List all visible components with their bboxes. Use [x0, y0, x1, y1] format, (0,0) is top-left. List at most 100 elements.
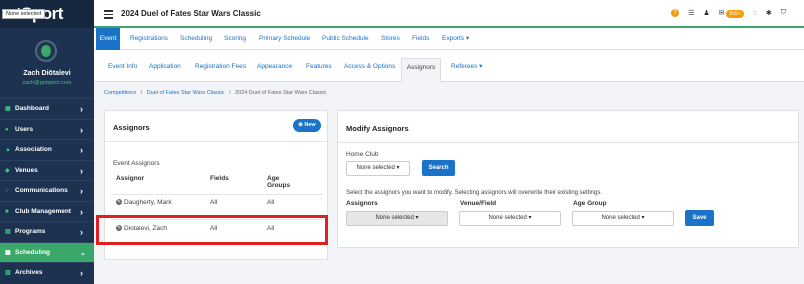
column-header-age-groups: Age Groups [267, 175, 291, 189]
topbar: 2024 Duel of Fates Star Wars Classic ? ☰… [94, 0, 804, 28]
hamburger-menu-icon[interactable] [104, 10, 113, 21]
tab-application[interactable]: Application [149, 58, 181, 82]
primary-tabs: Event Registrations Scheduling Scoring P… [94, 28, 804, 50]
table-row[interactable]: ✎ Daugherty, Mark [116, 199, 176, 206]
chevron-right-icon: › [80, 185, 83, 196]
tab-scheduling[interactable]: Scheduling [180, 28, 212, 50]
chevron-right-icon: › [80, 165, 83, 176]
tab-appearance[interactable]: Appearance [257, 58, 292, 82]
sidebar-item-label: Club Management [15, 208, 71, 215]
secondary-tabs: Event Info Application Registration Fees… [94, 50, 804, 82]
communications-icon: ○ [5, 187, 9, 194]
divider [111, 194, 323, 195]
sidebar-item-label: Users [15, 126, 34, 133]
user-name: Zach Diōtalevi [23, 70, 71, 77]
tab-exports[interactable]: Exports ▾ [442, 28, 469, 50]
home-club-select[interactable]: None selected ▾ [346, 161, 410, 176]
chevron-right-icon: › [80, 206, 83, 217]
tab-event-info[interactable]: Event Info [108, 58, 137, 82]
tab-access-options[interactable]: Access & Options [344, 58, 395, 82]
venue-field-select[interactable]: None selected ▾ [459, 211, 561, 226]
breadcrumb: Competitions / Duel of Fates Star Wars C… [104, 90, 327, 96]
list-icon[interactable]: ☰ [688, 9, 694, 17]
avatar-logo-icon [41, 45, 51, 57]
sidebar-item-label: Archives [15, 269, 43, 276]
help-icon[interactable]: ? [671, 9, 680, 17]
sidebar-item-programs[interactable]: ▤ Programs › [0, 221, 94, 241]
scheduling-icon: ▦ [5, 250, 11, 256]
avatar[interactable] [35, 40, 57, 62]
user-email[interactable]: zach@gotsport.com [0, 80, 94, 86]
divider [105, 141, 327, 142]
sidebar: otSport None selected Zach Diōtalevi zac… [0, 0, 94, 284]
sidebar-item-club-management[interactable]: ■ Club Management › [0, 201, 94, 221]
users-icon: ● [5, 126, 9, 133]
highlight-box [96, 215, 328, 245]
gear-icon[interactable]: ✱ [766, 9, 772, 17]
modify-assignors-title: Modify Assignors [346, 124, 409, 133]
sidebar-item-association[interactable]: ▲ Association › [0, 139, 94, 159]
tab-stores[interactable]: Stores [381, 28, 400, 50]
sidebar-item-scheduling[interactable]: ▦ Scheduling ⌄ [0, 242, 94, 262]
sidebar-item-label: Venues [15, 167, 38, 174]
assignors-select[interactable]: None selected ▾ [346, 211, 448, 226]
age-group-label: Age Group [573, 200, 607, 207]
chevron-down-icon: ⌄ [80, 249, 86, 257]
search-button[interactable]: Search [422, 160, 455, 176]
tab-referees[interactable]: Referees ▾ [451, 58, 482, 82]
venues-icon: ◆ [5, 168, 10, 174]
page-title: 2024 Duel of Fates Star Wars Classic [121, 9, 261, 18]
assignor-name: Daugherty, Mark [124, 199, 172, 206]
sidebar-item-users[interactable]: ● Users › [0, 119, 94, 139]
tab-event[interactable]: Event [96, 28, 120, 50]
new-button-label: New [304, 122, 316, 128]
assignor-age-groups: All [267, 199, 275, 206]
sidebar-item-label: Programs [15, 228, 46, 235]
topbar-icons: ? ☰ ♟ ✉ 999+ ◌ ✱ ⛉ [671, 9, 786, 18]
user-icon[interactable]: ♟ [703, 9, 709, 17]
mail-count-badge: 999+ [726, 10, 744, 18]
programs-icon: ▤ [5, 229, 11, 235]
breadcrumb-competitions[interactable]: Competitions [104, 90, 136, 96]
tab-features[interactable]: Features [306, 58, 332, 82]
age-group-select[interactable]: None selected ▾ [572, 211, 674, 226]
tab-primary-schedule[interactable]: Primary Schedule [259, 28, 310, 50]
tab-assignors[interactable]: Assignors [401, 58, 441, 82]
save-button[interactable]: Save [685, 210, 714, 226]
sidebar-item-label: Association [15, 146, 52, 153]
sidebar-item-communications[interactable]: ○ Communications › [0, 180, 94, 200]
instruction-text: Select the assignors you want to modify.… [346, 190, 603, 196]
assignor-fields: All [210, 199, 218, 206]
tab-scoring[interactable]: Scoring [224, 28, 246, 50]
tab-fields[interactable]: Fields [412, 28, 429, 50]
sidebar-item-label: Communications [15, 187, 68, 194]
column-header-assignor: Assignor [116, 175, 145, 182]
club-icon: ■ [5, 208, 9, 215]
event-assignors-label: Event Assignors [113, 160, 160, 167]
sidebar-item-dashboard[interactable]: ▣ Dashboard › [0, 98, 94, 118]
mail-icon[interactable]: ✉ 999+ [719, 9, 744, 18]
sidebar-item-archives[interactable]: ▥ Archives › [0, 262, 94, 282]
archives-icon: ▥ [5, 270, 11, 276]
tab-public-schedule[interactable]: Public Schedule [322, 28, 369, 50]
edit-icon[interactable]: ✎ [116, 199, 122, 206]
chevron-right-icon: › [80, 226, 83, 237]
sidebar-header: otSport None selected [0, 0, 94, 28]
breadcrumb-event[interactable]: Duel of Fates Star Wars Classic [147, 90, 225, 96]
assignors-title: Assignors [113, 123, 150, 132]
tab-registration-fees[interactable]: Registration Fees [195, 58, 246, 82]
sidebar-item-label: Dashboard [15, 105, 49, 112]
new-assignor-button[interactable]: ⊕ New [293, 119, 321, 132]
modify-assignors-panel: Modify Assignors Home Club None selected… [337, 110, 799, 248]
venue-field-label: Venue/Field [460, 200, 497, 207]
breadcrumb-separator: / [228, 90, 231, 96]
tab-registrations[interactable]: Registrations [130, 28, 168, 50]
chat-icon[interactable]: ◌ [753, 10, 757, 17]
sidebar-item-venues[interactable]: ◆ Venues › [0, 160, 94, 180]
breadcrumb-current: 2024 Duel of Fates Star Wars Classic [235, 90, 327, 96]
shield-icon[interactable]: ⛉ [781, 9, 786, 17]
dashboard-icon: ▣ [5, 106, 11, 112]
association-icon: ▲ [5, 146, 11, 153]
club-dropdown[interactable]: None selected [2, 9, 46, 19]
home-club-label: Home Club [346, 151, 379, 158]
